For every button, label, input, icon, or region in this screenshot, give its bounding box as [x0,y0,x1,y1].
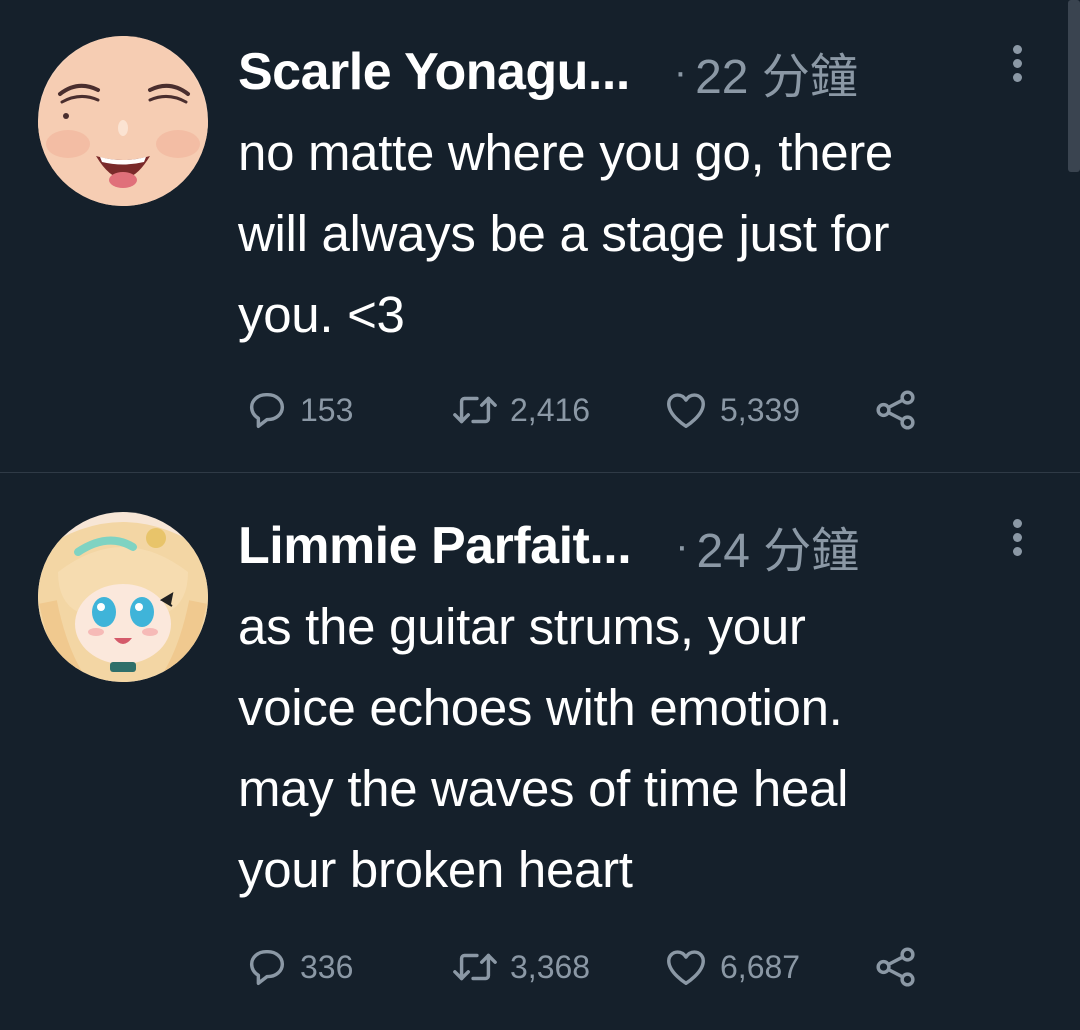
share-button[interactable] [872,385,920,435]
share-icon [876,947,915,987]
like-button[interactable]: 6,687 [662,942,800,992]
like-count: 6,687 [720,948,801,985]
tweet-text-line: will always be a stage just for [238,205,890,262]
tweet-actions: 153 2,416 5,339 [240,385,960,435]
tweet-text-line: voice echoes with emotion. [238,679,843,736]
tweet-divider [0,472,1080,473]
tweet-text-line: may the waves of time heal [238,760,849,817]
share-button[interactable] [872,942,920,992]
separator-dot: · [673,49,688,94]
like-count: 5,339 [720,391,801,428]
tweet-header: Scarle Yonagu... · 22 分鐘 [238,36,1038,108]
retweet-count: 2,416 [510,391,591,428]
display-name[interactable]: Scarle Yonagu... [238,42,630,102]
reply-icon [249,392,285,429]
tweet-text-line: no matte where you go, there [238,124,893,181]
retweet-count: 3,368 [510,948,591,985]
reply-count: 336 [300,948,354,985]
tweet[interactable]: Limmie Parfait... · 24 分鐘 as the guitar … [0,474,1080,1030]
separator-dot: · [675,523,689,568]
timestamp[interactable]: 22 分鐘 [695,37,858,107]
retweet-button[interactable]: 2,416 [450,385,590,435]
tweet-actions: 336 3,368 6,687 [240,942,960,992]
retweet-icon [453,396,497,424]
timestamp[interactable]: 24 分鐘 [697,511,860,581]
avatar[interactable] [38,512,208,682]
reply-icon [249,949,285,986]
retweet-button[interactable]: 3,368 [450,942,590,992]
heart-icon [667,950,705,986]
timeline-feed: Scarle Yonagu... · 22 分鐘 no matte where … [0,0,1080,1030]
reply-button[interactable]: 153 [244,385,353,435]
retweet-icon [453,953,497,981]
avatar[interactable] [38,36,208,206]
reply-count: 153 [300,391,354,428]
tweet-text-line: as the guitar strums, your [238,598,806,655]
tweet-text-line: your broken heart [238,841,633,898]
tweet-text: no matte where you go, there will always… [238,112,1058,355]
tweet[interactable]: Scarle Yonagu... · 22 分鐘 no matte where … [0,0,1080,472]
tweet-text-line: you. <3 [238,286,405,343]
display-name[interactable]: Limmie Parfait... [238,516,632,576]
heart-icon [667,393,705,429]
tweet-header: Limmie Parfait... · 24 分鐘 [238,510,1038,582]
share-icon [876,390,915,430]
more-vertical-icon[interactable] [1005,516,1029,564]
like-button[interactable]: 5,339 [662,385,800,435]
reply-button[interactable]: 336 [244,942,353,992]
more-vertical-icon[interactable] [1005,42,1029,90]
tweet-text: as the guitar strums, your voice echoes … [238,586,1058,910]
